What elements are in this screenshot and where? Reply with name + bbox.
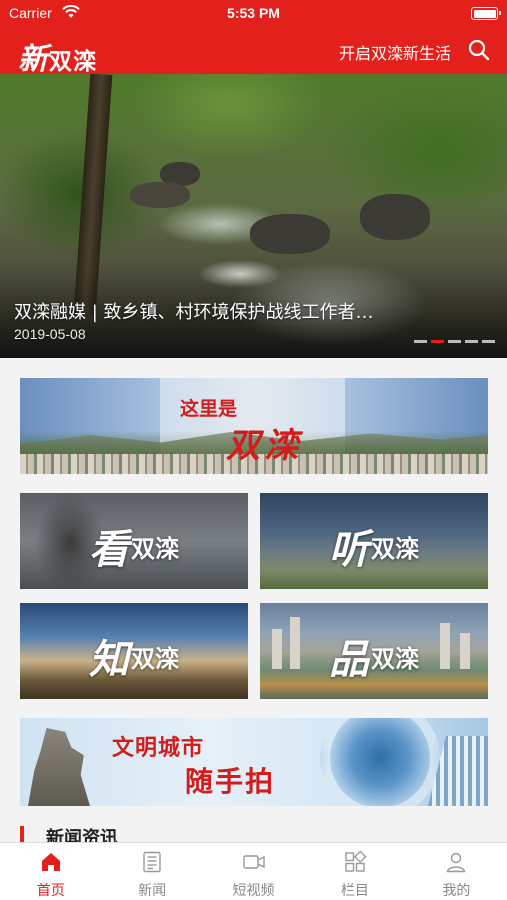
tile-small-text: 双滦 — [371, 644, 419, 673]
carousel-indicators[interactable] — [414, 340, 495, 343]
tile-listen-shuangluan[interactable]: 听双滦 — [260, 493, 488, 589]
tile-know-shuangluan[interactable]: 知双滦 — [20, 603, 248, 699]
tile-small-text: 双滦 — [131, 534, 179, 563]
logo-first-char: 新 — [18, 42, 49, 77]
tab-news[interactable]: 新闻 — [101, 843, 202, 900]
top-navbar: 新双滦 开启双滦新生活 — [0, 28, 507, 77]
profile-icon — [446, 852, 466, 873]
tile-look-shuangluan[interactable]: 看双滦 — [20, 493, 248, 589]
video-icon — [242, 855, 265, 869]
promo-banner-shuangluan[interactable]: 这里是 双滦 — [20, 378, 488, 474]
tile-label: 看双滦 — [20, 517, 248, 575]
tile-small-text: 双滦 — [371, 534, 419, 563]
tab-label: 我的 — [442, 883, 471, 899]
columns-icon — [345, 850, 367, 872]
promo-bottom-line2: 随手拍 — [185, 765, 276, 798]
banner-rock — [130, 182, 190, 208]
promo-top-line2: 双滦 — [226, 426, 302, 466]
tile-taste-shuangluan[interactable]: 品双滦 — [260, 603, 488, 699]
banner-carousel[interactable]: 双滦融媒 | 致乡镇、村环境保护战线工作者… 2019-05-08 — [0, 74, 507, 358]
tile-label: 品双滦 — [260, 627, 488, 685]
battery-fill — [473, 9, 496, 18]
tile-big-char: 知 — [89, 636, 129, 683]
home-content: 这里是 双滦 看双滦 听双滦 知双滦 品双滦 文明城市 随手拍 新闻资讯 — [0, 358, 507, 849]
tile-big-char: 品 — [329, 636, 369, 683]
tile-big-char: 听 — [329, 526, 369, 573]
carousel-dot[interactable] — [431, 340, 444, 343]
banner-date: 2019-05-08 — [14, 326, 86, 342]
tab-home[interactable]: 首页 — [0, 843, 101, 900]
app-logo[interactable]: 新双滦 — [18, 34, 97, 78]
battery-icon — [471, 7, 501, 20]
tile-small-text: 双滦 — [131, 644, 179, 673]
bottom-tab-bar: 首页 新闻 短视频 栏目 我的 — [0, 842, 507, 900]
banner-rock — [360, 194, 430, 240]
banner-rock — [250, 214, 330, 254]
tab-profile[interactable]: 我的 — [406, 843, 507, 900]
tab-label: 首页 — [36, 883, 65, 899]
tile-label: 知双滦 — [20, 627, 248, 685]
navbar-slogan: 开启双滦新生活 — [338, 44, 451, 63]
carousel-dot[interactable] — [414, 340, 427, 343]
carousel-dot[interactable] — [482, 340, 495, 343]
home-icon — [41, 853, 60, 871]
camera-lens-graphic — [320, 718, 440, 806]
app-screen: Carrier 5:53 PM 新双滦 开启双滦新生活 双滦融媒 | 致乡镇、村… — [0, 0, 507, 900]
tab-short-video[interactable]: 短视频 — [203, 843, 304, 900]
status-bar: Carrier 5:53 PM — [0, 0, 507, 28]
promo-top-line1: 这里是 — [180, 398, 238, 420]
search-icon[interactable] — [467, 38, 491, 62]
statue-graphic — [28, 728, 90, 806]
status-time: 5:53 PM — [227, 5, 280, 21]
banner-headline[interactable]: 双滦融媒 | 致乡镇、村环境保护战线工作者… — [14, 298, 444, 324]
tab-label: 栏目 — [340, 883, 369, 899]
tab-label: 新闻 — [138, 883, 167, 899]
tab-columns[interactable]: 栏目 — [304, 843, 405, 900]
tab-label: 短视频 — [232, 883, 275, 899]
promo-banner-civilized-city[interactable]: 文明城市 随手拍 — [20, 718, 488, 806]
tile-big-char: 看 — [89, 526, 129, 573]
carousel-dot[interactable] — [448, 340, 461, 343]
logo-rest: 双滦 — [49, 48, 97, 75]
promo-bottom-line1: 文明城市 — [112, 736, 205, 761]
carousel-dot[interactable] — [465, 340, 478, 343]
tile-label: 听双滦 — [260, 517, 488, 575]
news-icon — [143, 851, 161, 873]
